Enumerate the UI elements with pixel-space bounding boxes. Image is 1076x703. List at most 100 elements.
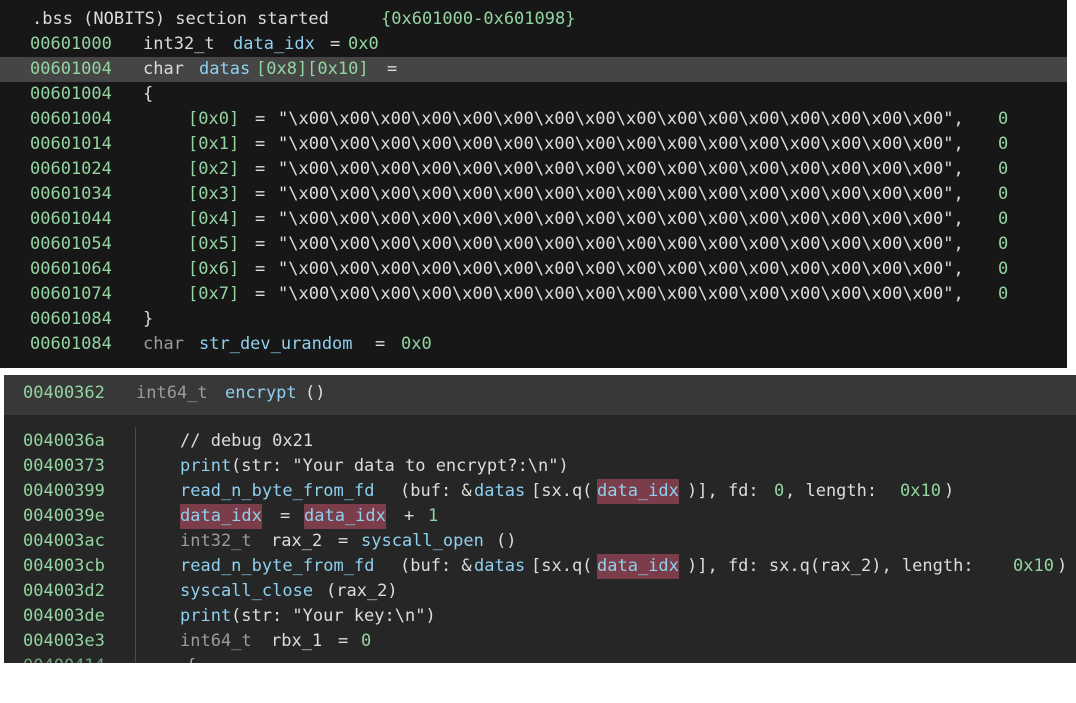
equals-sign: = xyxy=(330,34,341,54)
section-header-line: .bss (NOBITS) section started {0x601000-… xyxy=(0,7,1067,32)
close-brace: } xyxy=(143,309,154,329)
pseudo-c-view[interactable]: 00400362 int64_t encrypt () 0040036a // … xyxy=(4,375,1076,663)
number: 0x10 xyxy=(900,481,941,501)
address[interactable]: 00400362 xyxy=(23,381,105,406)
address[interactable]: 00601084 xyxy=(30,307,112,332)
address[interactable]: 00601074 xyxy=(30,282,112,307)
function-signature[interactable]: 00400362 int64_t encrypt () xyxy=(4,381,1076,406)
address[interactable]: 00400414 xyxy=(23,654,105,663)
array-index: [0x7] xyxy=(188,284,240,304)
address[interactable]: 00601024 xyxy=(30,157,112,182)
array-element-row[interactable]: 00601034 [0x3] = "\x00\x00\x00\x00\x00\x00\… xyxy=(0,182,1067,207)
call-read-n-byte-from-fd[interactable]: read_n_byte_from_fd xyxy=(180,554,374,579)
equals-sign: = xyxy=(255,259,266,279)
array-element-row[interactable]: 00601064 [0x6] = "\x00\x00\x00\x00\x00\x00\… xyxy=(0,257,1067,282)
arg-text: [sx.q( xyxy=(531,481,593,501)
call-syscall-open[interactable]: syscall_open xyxy=(361,529,484,554)
address[interactable]: 00601000 xyxy=(30,32,112,57)
array-index: [0x3] xyxy=(188,184,240,204)
array-element-row[interactable]: 00601044 [0x4] = "\x00\x00\x00\x00\x00\x00\… xyxy=(0,207,1067,232)
call-syscall-close[interactable]: syscall_close xyxy=(180,579,313,604)
array-element-row[interactable]: 00601004 [0x0] = "\x00\x00\x00\x00\x00\x00\… xyxy=(0,107,1067,132)
data-idx-symbol[interactable]: data_idx xyxy=(304,504,386,529)
section-header-text: .bss (NOBITS) section started xyxy=(32,9,329,29)
code-line[interactable]: 00400373 print (str: "Your data to encry… xyxy=(4,454,1076,479)
datas-symbol[interactable]: datas xyxy=(474,479,525,504)
number: 0x10 xyxy=(1013,556,1054,576)
code-line[interactable]: 004003d2 syscall_close (rax_2) xyxy=(4,579,1076,604)
code-line[interactable]: 004003de print (str: "Your key:\n") xyxy=(4,604,1076,629)
array-element-row[interactable]: 00601014 [0x1] = "\x00\x00\x00\x00\x00\x00\… xyxy=(0,132,1067,157)
value: 0x0 xyxy=(401,334,432,354)
code-line[interactable]: 004003ac int32_t rax_2 = syscall_open () xyxy=(4,529,1076,554)
address[interactable]: 00601004 xyxy=(30,82,112,107)
string-literal: "\x00\x00\x00\x00\x00\x00\x00\x00\x00\x0… xyxy=(278,134,964,154)
data-idx-symbol[interactable]: data_idx xyxy=(180,504,262,529)
datas-symbol[interactable]: datas xyxy=(474,554,525,579)
address[interactable]: 004003ac xyxy=(23,529,105,554)
call-args: (str: "Your key:\n") xyxy=(231,606,436,626)
code-line[interactable]: 0040039e data_idx = data_idx + 1 xyxy=(4,504,1076,529)
code-line[interactable]: 00400399 read_n_byte_from_fd (buf: & dat… xyxy=(4,479,1076,504)
str-dev-urandom-symbol[interactable]: str_dev_urandom xyxy=(199,332,353,357)
address[interactable]: 0040039e xyxy=(23,504,105,529)
address[interactable]: 00601084 xyxy=(30,332,112,357)
arg-text: ) xyxy=(1057,556,1068,576)
datas-declaration-line[interactable]: 00601004 char datas [0x8][0x10] = xyxy=(0,57,1067,82)
function-header[interactable]: 00400362 int64_t encrypt () xyxy=(4,375,1076,415)
close-brace-line[interactable]: 00601084 } xyxy=(0,307,1067,332)
type-keyword: char xyxy=(143,59,184,79)
string-literal: "\x00\x00\x00\x00\x00\x00\x00\x00\x00\x0… xyxy=(278,209,964,229)
string-literal: "\x00\x00\x00\x00\x00\x00\x00\x00\x00\x0… xyxy=(278,259,964,279)
code-line[interactable]: 0040036a // debug 0x21 xyxy=(4,429,1076,454)
data-idx-symbol[interactable]: data_idx xyxy=(233,32,315,57)
array-element-row[interactable]: 00601074 [0x7] = "\x00\x00\x00\x00\x00\x00\… xyxy=(0,282,1067,307)
call-print[interactable]: print xyxy=(180,604,231,629)
call-print[interactable]: print xyxy=(180,454,231,479)
array-index: [0x6] xyxy=(188,259,240,279)
array-element-row[interactable]: 00601024 [0x2] = "\x00\x00\x00\x00\x00\x00\… xyxy=(0,157,1067,182)
bss-section-view[interactable]: .bss (NOBITS) section started {0x601000-… xyxy=(0,0,1067,368)
call-read-n-byte-from-fd[interactable]: read_n_byte_from_fd xyxy=(180,479,374,504)
address[interactable]: 00601054 xyxy=(30,232,112,257)
str-dev-urandom-line[interactable]: 00601084 char str_dev_urandom = 0x0 xyxy=(0,332,1067,357)
comment: // debug 0x21 xyxy=(180,431,314,451)
equals-sign: = xyxy=(255,284,266,304)
data-idx-symbol[interactable]: data_idx xyxy=(597,554,679,579)
address[interactable]: 004003e3 xyxy=(23,629,105,654)
address[interactable]: 0040036a xyxy=(23,429,105,454)
data-idx-line[interactable]: 00601000 int32_t data_idx = 0x0 xyxy=(0,32,1067,57)
variable[interactable]: rbx_1 xyxy=(271,629,322,654)
address[interactable]: 004003cb xyxy=(23,554,105,579)
address[interactable]: 00601014 xyxy=(30,132,112,157)
address[interactable]: 00400399 xyxy=(23,479,105,504)
address[interactable]: 00601004 xyxy=(30,107,112,132)
address[interactable]: 00601064 xyxy=(30,257,112,282)
datas-symbol[interactable]: datas xyxy=(199,57,250,82)
address[interactable]: 00601004 xyxy=(30,57,112,82)
return-type: int64_t xyxy=(136,383,208,403)
equals-sign: = xyxy=(255,184,266,204)
open-brace-line[interactable]: 00601004 { xyxy=(0,82,1067,107)
code-line[interactable]: 004003cb read_n_byte_from_fd (buf: & dat… xyxy=(4,554,1076,579)
address[interactable]: 004003d2 xyxy=(23,579,105,604)
section-range: {0x601000-0x601098} xyxy=(381,9,576,29)
string-literal: "\x00\x00\x00\x00\x00\x00\x00\x00\x00\x0… xyxy=(278,234,964,254)
address[interactable]: 004003de xyxy=(23,604,105,629)
array-dims: [0x8][0x10] xyxy=(256,59,369,79)
code-line[interactable]: 004003e3 int64_t rbx_1 = 0 xyxy=(4,629,1076,654)
array-index: [0x4] xyxy=(188,209,240,229)
terminator-value: 0 xyxy=(998,234,1009,254)
data-idx-symbol[interactable]: data_idx xyxy=(597,479,679,504)
address[interactable]: 00400373 xyxy=(23,454,105,479)
variable[interactable]: rax_2 xyxy=(271,529,322,554)
address[interactable]: 00601044 xyxy=(30,207,112,232)
array-index: [0x2] xyxy=(188,159,240,179)
address[interactable]: 00601034 xyxy=(30,182,112,207)
array-element-row[interactable]: 00601054 [0x5] = "\x00\x00\x00\x00\x00\x00\… xyxy=(0,232,1067,257)
equals-sign: = xyxy=(387,59,398,79)
call-args: (str: "Your data to encrypt?:\n") xyxy=(231,456,569,476)
function-name[interactable]: encrypt xyxy=(225,381,297,406)
array-index: [0x5] xyxy=(188,234,240,254)
code-line-partial[interactable]: 00400414 { xyxy=(4,654,1076,663)
